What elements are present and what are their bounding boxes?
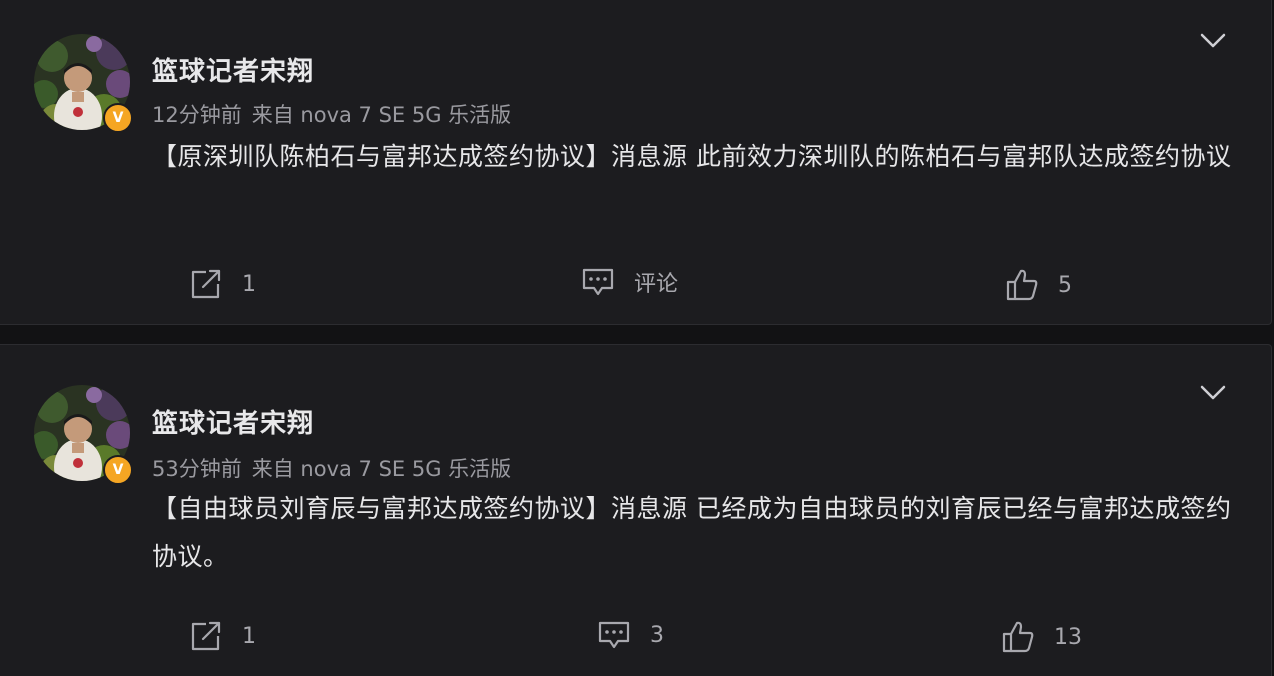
comment-count: 评论 bbox=[634, 272, 679, 297]
repost-count: 1 bbox=[242, 623, 256, 649]
thumbs-up-icon bbox=[1002, 621, 1034, 653]
post-content: 【自由球员刘育辰与富邦达成签约协议】消息源 已经成为自由球员的刘育辰已经与富邦达… bbox=[152, 494, 1232, 571]
comment-icon bbox=[582, 268, 614, 296]
comment-count: 3 bbox=[650, 622, 664, 648]
post-content: 【原深圳队陈柏石与富邦达成签约协议】消息源 此前效力深圳队的陈柏石与富邦队达成签… bbox=[152, 142, 1232, 171]
chevron-down-icon bbox=[1200, 33, 1226, 48]
post-card: V 篮球记者宋翔 53分钟前 来自 nova 7 SE 5G 乐活版 【自由球员刘… bbox=[0, 344, 1272, 676]
username[interactable]: 篮球记者宋翔 bbox=[152, 403, 314, 440]
share-icon bbox=[191, 269, 221, 299]
weibo-feed: V 篮球记者宋翔 12分钟前 来自 nova 7 SE 5G 乐活版 【原深圳队陈… bbox=[0, 0, 1274, 676]
share-icon bbox=[191, 621, 221, 651]
post-meta: 12分钟前 来自 nova 7 SE 5G 乐活版 bbox=[152, 99, 511, 129]
like-button[interactable]: 5 bbox=[1004, 267, 1072, 303]
post-time[interactable]: 12分钟前 bbox=[152, 103, 242, 127]
repost-count: 1 bbox=[242, 271, 256, 297]
repost-button[interactable]: 1 bbox=[188, 619, 256, 653]
username[interactable]: 篮球记者宋翔 bbox=[152, 51, 314, 88]
thumbs-up-icon bbox=[1006, 269, 1038, 301]
like-count: 5 bbox=[1058, 272, 1072, 298]
comment-icon bbox=[598, 621, 630, 649]
post-meta: 53分钟前 来自 nova 7 SE 5G 乐活版 bbox=[152, 453, 511, 483]
post-source: 来自 nova 7 SE 5G 乐活版 bbox=[251, 103, 512, 127]
like-button[interactable]: 13 bbox=[1000, 619, 1082, 655]
post-time[interactable]: 53分钟前 bbox=[152, 457, 242, 481]
repost-button[interactable]: 1 bbox=[188, 267, 256, 301]
post-source: 来自 nova 7 SE 5G 乐活版 bbox=[251, 457, 512, 481]
post-card: V 篮球记者宋翔 12分钟前 来自 nova 7 SE 5G 乐活版 【原深圳队陈… bbox=[0, 0, 1272, 325]
more-menu-button[interactable] bbox=[1196, 381, 1230, 405]
more-menu-button[interactable] bbox=[1196, 29, 1230, 53]
verified-badge-icon: V bbox=[103, 455, 133, 485]
verified-badge-icon: V bbox=[103, 103, 133, 133]
comment-button[interactable]: 3 bbox=[596, 619, 664, 651]
comment-button[interactable]: 评论 bbox=[580, 266, 678, 298]
like-count: 13 bbox=[1054, 624, 1082, 650]
chevron-down-icon bbox=[1200, 385, 1226, 400]
